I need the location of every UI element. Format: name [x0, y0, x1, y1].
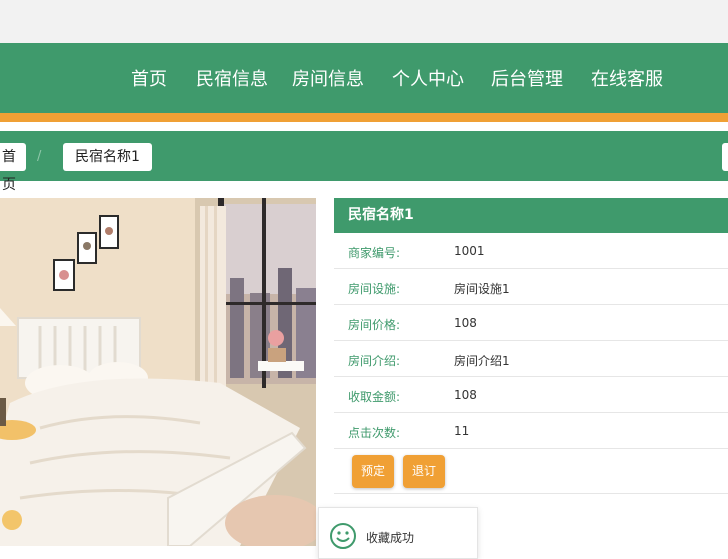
browser-top-strip: [0, 0, 728, 43]
field-value: 108: [454, 388, 477, 402]
field-label: 点击次数:: [348, 426, 401, 440]
nav-admin[interactable]: 后台管理: [491, 65, 563, 91]
breadcrumb-home[interactable]: 首页: [0, 143, 26, 193]
smile-icon: [329, 522, 357, 554]
room-photo: [0, 198, 316, 546]
nav-room-info[interactable]: 房间信息: [292, 65, 364, 91]
breadcrumb-separator: /: [37, 149, 42, 164]
unfavorite-button[interactable]: 退订: [403, 455, 445, 488]
toast-notification: 收藏成功: [318, 507, 478, 559]
nav-personal-center[interactable]: 个人中心: [392, 65, 464, 91]
field-label: 房间介绍:: [348, 354, 401, 368]
nav-online-service[interactable]: 在线客服: [591, 65, 663, 91]
detail-row-facilities: 房间设施: 房间设施1: [334, 269, 728, 305]
field-value: 房间设施1: [454, 282, 510, 296]
detail-row-clicks: 点击次数: 11: [334, 413, 728, 449]
book-button[interactable]: 预定: [352, 455, 394, 488]
field-label: 收取金额:: [348, 390, 401, 404]
divider-gap: [0, 122, 728, 131]
field-label: 房间设施:: [348, 282, 401, 296]
detail-row-merchant-id: 商家编号: 1001: [334, 233, 728, 269]
detail-row-price: 房间价格: 108: [334, 305, 728, 341]
field-value: 11: [454, 424, 470, 438]
detail-row-description: 房间介绍: 房间介绍1: [334, 341, 728, 377]
breadcrumb: 首页 / 民宿名称1: [0, 131, 728, 193]
toast-message: 收藏成功: [366, 531, 415, 545]
nav-homestay-info[interactable]: 民宿信息: [196, 65, 268, 91]
breadcrumb-current[interactable]: 民宿名称1: [63, 143, 152, 171]
room-detail-panel: 民宿名称1 商家编号: 1001 房间设施: 房间设施1 房间价格: 108 房…: [334, 198, 728, 494]
main-navbar: 首页 民宿信息 房间信息 个人中心 后台管理 在线客服: [0, 43, 728, 113]
detail-title: 民宿名称1: [334, 198, 728, 233]
detail-row-amount: 收取金额: 108: [334, 377, 728, 413]
field-label: 商家编号:: [348, 246, 401, 260]
action-row: 预定 退订: [334, 449, 728, 494]
breadcrumb-right-control[interactable]: [722, 143, 728, 171]
nav-home[interactable]: 首页: [131, 65, 167, 91]
accent-divider: [0, 113, 728, 122]
field-label: 房间价格:: [348, 318, 401, 332]
field-value: 1001: [454, 244, 485, 258]
field-value: 房间介绍1: [454, 354, 510, 368]
field-value: 108: [454, 316, 477, 330]
